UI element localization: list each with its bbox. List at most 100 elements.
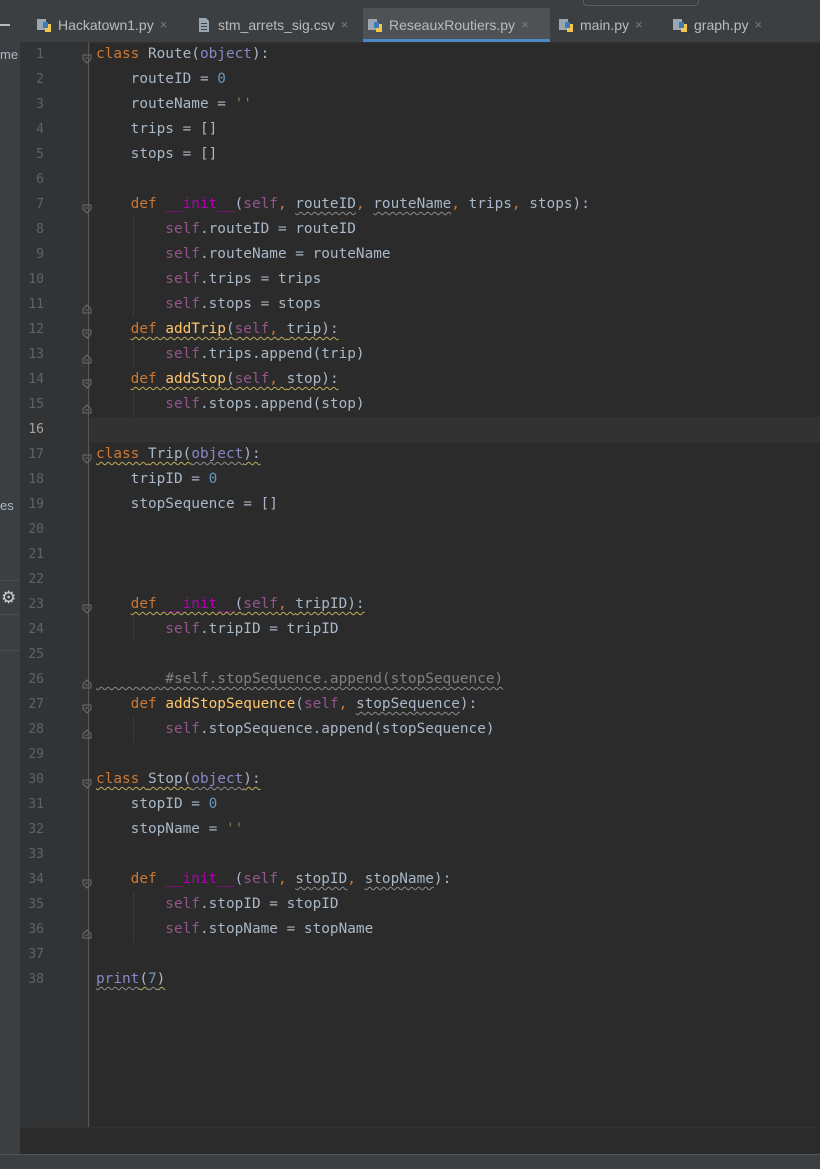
code-token: , (269, 371, 287, 387)
code-token: .routeName = routeName (199, 246, 391, 262)
project-tool-strip: me es ⚙ (0, 0, 20, 1168)
code-token: , (277, 596, 296, 612)
fold-open-icon[interactable] (82, 199, 92, 214)
code-token: .stopSequence.append(stopSequence) (199, 721, 495, 737)
code-token: tripID = (96, 471, 209, 487)
line-number: 21 (28, 547, 44, 562)
line-number: 2 (36, 72, 44, 87)
code-token: self (96, 621, 200, 637)
code-token: trip): (286, 321, 339, 337)
line-number: 23 (28, 597, 44, 612)
code-line: self.trips = trips (96, 267, 321, 292)
fold-end-icon[interactable] (82, 924, 92, 939)
code-token: self (303, 696, 339, 712)
code-token: 7 (148, 971, 157, 987)
code-line: self.stops.append(stop) (96, 392, 364, 417)
indent-guide (133, 217, 134, 317)
fold-end-icon[interactable] (82, 674, 92, 689)
horizontal-scroll-area[interactable] (20, 1127, 820, 1155)
line-number: 29 (28, 747, 44, 762)
code-token: Stop( (147, 771, 192, 787)
close-icon[interactable]: × (635, 17, 643, 32)
code-token: def (130, 321, 166, 337)
code-token: self (96, 246, 200, 262)
code-token: class (96, 46, 148, 62)
fold-open-icon[interactable] (82, 874, 92, 889)
code-token: self (96, 221, 200, 237)
line-number: 33 (28, 847, 44, 862)
code-token: ( (139, 971, 148, 987)
line-number: 1 (36, 47, 44, 62)
code-line: self.routeID = routeID (96, 217, 356, 242)
line-number: 14 (28, 372, 44, 387)
fold-open-icon[interactable] (82, 599, 92, 614)
code-line: stopSequence = [] (96, 492, 278, 517)
code-token: ( (234, 196, 244, 212)
code-token: Trip( (147, 446, 192, 462)
fold-end-icon[interactable] (82, 299, 92, 314)
close-icon[interactable]: × (754, 17, 762, 32)
code-token: .stopName = stopName (199, 921, 374, 937)
code-token: ( (225, 371, 235, 387)
code-token: stopSequence = [] (96, 496, 278, 512)
code-token: ( (225, 321, 235, 337)
code-token: .tripID = tripID (199, 621, 339, 637)
code-token: stops = [] (96, 146, 218, 162)
close-icon[interactable]: × (341, 17, 349, 32)
code-token: #self.stopSequence.append(stopSequence) (96, 671, 504, 687)
tab-reseauxroutiers-py[interactable]: ReseauxRoutiers.py × (363, 8, 550, 42)
code-token: ( (234, 596, 244, 612)
indent-guide (133, 617, 134, 642)
code-token: self (96, 721, 200, 737)
line-number: 37 (28, 947, 44, 962)
line-number: 9 (36, 247, 44, 262)
minimize-icon[interactable] (0, 24, 10, 26)
code-token: tripID): (295, 596, 365, 612)
fold-open-icon[interactable] (82, 774, 92, 789)
indent-guide (133, 392, 134, 417)
python-file-icon (363, 17, 389, 33)
line-number: 16 (28, 422, 44, 437)
fold-open-icon[interactable] (82, 324, 92, 339)
code-token: , (269, 321, 287, 337)
line-number: 13 (28, 347, 44, 362)
close-icon[interactable]: × (160, 17, 168, 32)
line-number: 15 (28, 397, 44, 412)
code-token: def (96, 196, 166, 212)
fold-open-icon[interactable] (82, 49, 92, 64)
python-file-icon (668, 17, 694, 33)
tab-label: ReseauxRoutiers.py (389, 16, 516, 33)
fold-open-icon[interactable] (82, 699, 92, 714)
code-line: class Trip(object): (96, 442, 261, 467)
code-line: def addStop(self, stop): (96, 367, 339, 392)
code-token: routeID (295, 196, 356, 212)
fold-end-icon[interactable] (82, 349, 92, 364)
code-token: ): (251, 46, 270, 62)
fold-end-icon[interactable] (82, 724, 92, 739)
code-token: stopID (295, 871, 348, 887)
status-bar (0, 1154, 820, 1169)
text-file-icon (192, 17, 218, 33)
fold-open-icon[interactable] (82, 449, 92, 464)
code-token: self (96, 896, 200, 912)
divider (0, 580, 20, 581)
gear-icon[interactable]: ⚙ (1, 588, 16, 608)
tab-main-py[interactable]: main.py × (554, 8, 658, 41)
tab-hackatown1-py[interactable]: Hackatown1.py × (32, 8, 182, 41)
tab-stm-arrets-sig-csv[interactable]: stm_arrets_sig.csv × (192, 8, 352, 41)
code-token: , (338, 696, 356, 712)
close-icon[interactable]: × (521, 17, 529, 32)
code-line: stopName = '' (96, 817, 244, 842)
fold-end-icon[interactable] (82, 399, 92, 414)
code-token: , (277, 871, 296, 887)
code-line: print(7) (96, 967, 165, 992)
code-token: ( (295, 696, 304, 712)
code-token: self (96, 921, 200, 937)
indent-guide (133, 892, 134, 942)
line-number: 31 (28, 797, 44, 812)
code-line: def addTrip(self, trip): (96, 317, 339, 342)
tab-graph-py[interactable]: graph.py × (668, 8, 776, 41)
fold-open-icon[interactable] (82, 374, 92, 389)
